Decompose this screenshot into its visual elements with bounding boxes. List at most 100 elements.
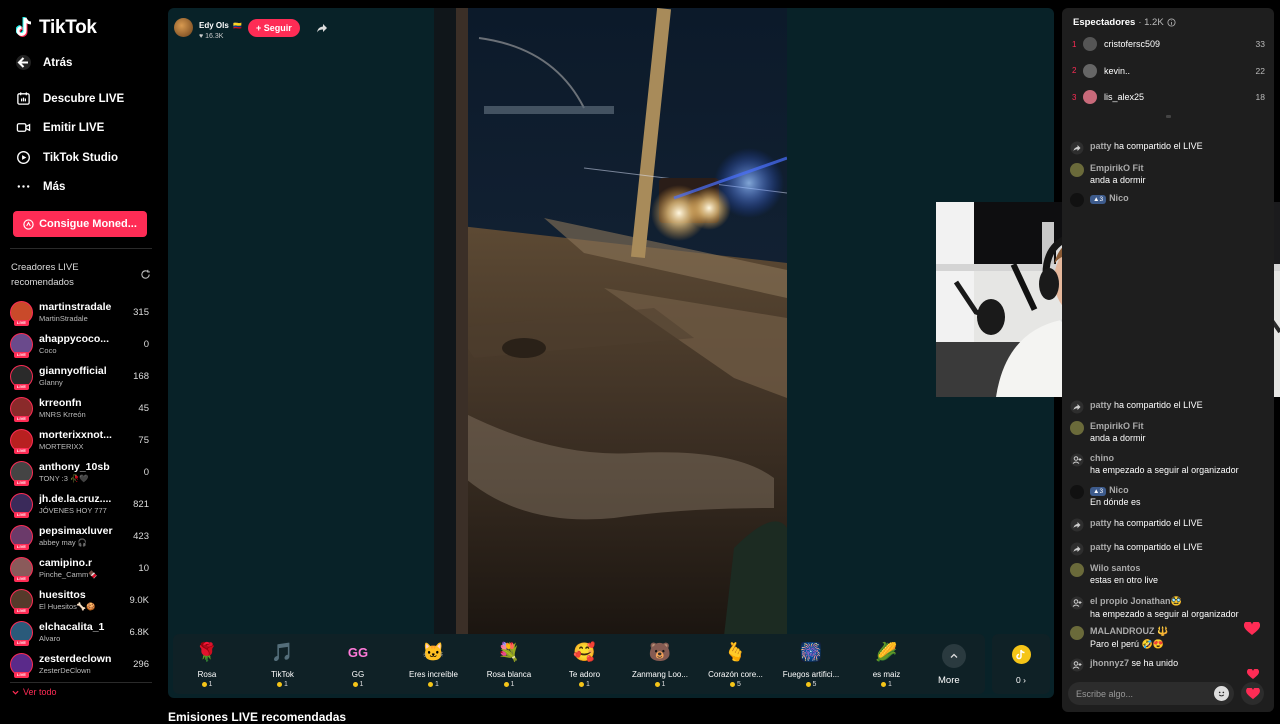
creator-item[interactable]: LIVE pepsimaxluver abbey may 🎧 423	[10, 521, 152, 551]
emoji-icon[interactable]	[1214, 686, 1229, 701]
creator-nickname: abbey may 🎧	[39, 538, 88, 547]
chat-username[interactable]: Nico	[1109, 485, 1129, 495]
gift-item[interactable]: 🎆 Fuegos artifici... 5	[775, 640, 847, 689]
creator-names: giannyofficial Glanny	[39, 365, 129, 387]
nav-discover-live[interactable]: Descubre LIVE	[16, 91, 124, 106]
info-icon[interactable]	[1167, 18, 1176, 27]
avatar	[1070, 163, 1084, 177]
wallet-button[interactable]: 0 ›	[992, 634, 1050, 694]
chat-text: En dónde es	[1090, 497, 1141, 507]
get-coins-label: Consigue Moned...	[39, 218, 137, 230]
tiktok-logo[interactable]: TikTok	[16, 17, 97, 39]
creator-item[interactable]: LIVE giannyofficial Glanny 168	[10, 361, 152, 391]
gift-item[interactable]: GG GG 1	[322, 640, 394, 689]
chat-message: patty ha compartido el LIVE	[1070, 400, 1270, 414]
creator-item[interactable]: LIVE morterixxnot... MORTERIXX 75	[10, 425, 152, 455]
live-badge: LIVE	[14, 639, 29, 646]
gift-item[interactable]: 🐻 Zanmang Loo... 1	[624, 640, 696, 689]
chat-input[interactable]	[1068, 682, 1198, 705]
creator-viewer-count: 168	[133, 370, 149, 382]
nav-tiktok-studio[interactable]: TikTok Studio	[16, 150, 118, 165]
nav-more-label: Más	[43, 180, 66, 193]
creator-names: ahappycoco... Coco	[39, 333, 129, 355]
chat-username[interactable]: EmpirikO Fit	[1090, 421, 1144, 431]
back-button[interactable]: Atrás	[16, 55, 72, 70]
top-viewer-row[interactable]: 3 lis_alex25 18	[1072, 88, 1267, 106]
top-viewer-row[interactable]: 2 kevin.. 22	[1072, 62, 1267, 80]
chat-text: ha compartido el LIVE	[1114, 400, 1203, 410]
chevron-up-icon	[950, 653, 958, 658]
creator-item[interactable]: LIVE anthony_10sb TONY :3 🥀🖤 0	[10, 457, 152, 487]
chat-username[interactable]: jhonnyz7	[1090, 658, 1129, 668]
chat-username[interactable]: el propio Jonathan🥸	[1090, 596, 1182, 606]
gift-item[interactable]: 🫰 Corazón core... 5	[700, 640, 772, 689]
gift-name: Rosa	[197, 670, 217, 679]
add-user-icon	[1070, 453, 1084, 467]
creator-username: anthony_10sb	[39, 461, 110, 473]
follow-button[interactable]: + Seguir	[247, 18, 300, 37]
gift-item[interactable]: 🐱 Eres increíble 1	[398, 640, 470, 689]
gift-icon: 🥰	[573, 641, 596, 662]
live-badge: LIVE	[14, 671, 29, 678]
gift-icon: 🌹	[195, 641, 219, 662]
nav-go-live[interactable]: Emitir LIVE	[16, 120, 104, 135]
creator-item[interactable]: LIVE krreonfn MNRS Krreón 45	[10, 393, 152, 423]
more-gifts-button[interactable]	[942, 644, 966, 668]
chat-message: ▲3 Nico En dónde es	[1070, 485, 1270, 507]
chat-text: ha empezado a seguir al organizador	[1090, 465, 1239, 475]
live-badge: LIVE	[14, 319, 29, 326]
creator-item[interactable]: LIVE ahappycoco... Coco 0	[10, 329, 152, 359]
creator-viewer-count: 821	[133, 498, 149, 510]
gift-item[interactable]: 💐 Rosa blanca 1	[473, 640, 545, 689]
chat-username[interactable]: patty	[1090, 518, 1112, 528]
creator-item[interactable]: LIVE elchacalita_1 Alvaro 6.8K	[10, 617, 152, 647]
more-gifts-label[interactable]: More	[938, 675, 960, 686]
share-icon	[1070, 400, 1084, 414]
chat-username[interactable]: patty	[1090, 400, 1112, 410]
refresh-icon[interactable]	[140, 269, 151, 280]
live-video[interactable]	[434, 8, 787, 636]
top-viewer-row[interactable]: 1 cristofersc509 33	[1072, 35, 1267, 53]
chat-message: chino ha empezado a seguir al organizador	[1070, 453, 1270, 475]
chat-username[interactable]: Wilo santos	[1090, 563, 1140, 573]
gift-item[interactable]: 🌹 Rosa 1	[171, 640, 243, 689]
get-coins-button[interactable]: Consigue Moned...	[13, 211, 147, 237]
chat-username[interactable]: Nico	[1109, 193, 1129, 203]
see-all-link[interactable]: Ver todo	[12, 687, 57, 697]
avatar: LIVE	[10, 492, 33, 518]
gift-icon: 🐻	[648, 641, 672, 662]
gift-item[interactable]: 🌽 es maiz 1	[851, 640, 923, 689]
chat-username[interactable]: EmpirikO Fit	[1090, 163, 1144, 173]
host-avatar[interactable]	[174, 18, 193, 37]
share-icon	[1070, 141, 1084, 155]
share-icon[interactable]	[316, 22, 328, 34]
chat-message: ▲3 Nico	[1070, 193, 1270, 207]
creator-item[interactable]: LIVE jh.de.la.cruz.... JÓVENES HOY 777 821	[10, 489, 152, 519]
nav-more[interactable]: Más	[16, 179, 65, 194]
like-button[interactable]	[1241, 682, 1264, 705]
creator-item[interactable]: LIVE huesittos El Huesitos🦴🍪 9.0K	[10, 585, 152, 615]
gift-price-value: 1	[661, 681, 666, 688]
live-badge: LIVE	[14, 415, 29, 422]
gift-item[interactable]: 🥰 Te adoro 1	[549, 640, 621, 689]
chat-username[interactable]: patty	[1090, 141, 1112, 151]
host-info[interactable]: Edy Ols 🇨🇴 ♥ 16.3K	[199, 15, 242, 40]
chat-username[interactable]: patty	[1090, 542, 1112, 552]
creator-viewer-count: 75	[138, 434, 149, 446]
chat-username[interactable]: chino	[1090, 453, 1114, 463]
chat-username[interactable]: MALANDROUZ 🔱	[1090, 626, 1168, 636]
creator-item[interactable]: LIVE camipino.r Pinche_Camm🍫 10	[10, 553, 152, 583]
creator-viewer-count: 10	[138, 562, 149, 574]
creator-nickname: MORTERIXX	[39, 442, 84, 451]
creator-nickname: MartinStradale	[39, 314, 88, 323]
live-badge: LIVE	[14, 383, 29, 390]
gift-icon: GG	[347, 644, 369, 660]
chat-message: EmpirikO Fit anda a dormir	[1070, 163, 1270, 185]
creator-item[interactable]: LIVE martinstradale MartinStradale 315	[10, 297, 152, 327]
creator-username: elchacalita_1	[39, 621, 105, 633]
nav-tiktok-studio-label: TikTok Studio	[43, 151, 118, 164]
avatar	[1083, 63, 1097, 78]
gift-item[interactable]: 🎵 TikTok 1	[247, 640, 319, 689]
creator-item[interactable]: LIVE zesterdeclown ZesterDeClown 296	[10, 649, 152, 679]
coin-icon	[23, 218, 34, 230]
